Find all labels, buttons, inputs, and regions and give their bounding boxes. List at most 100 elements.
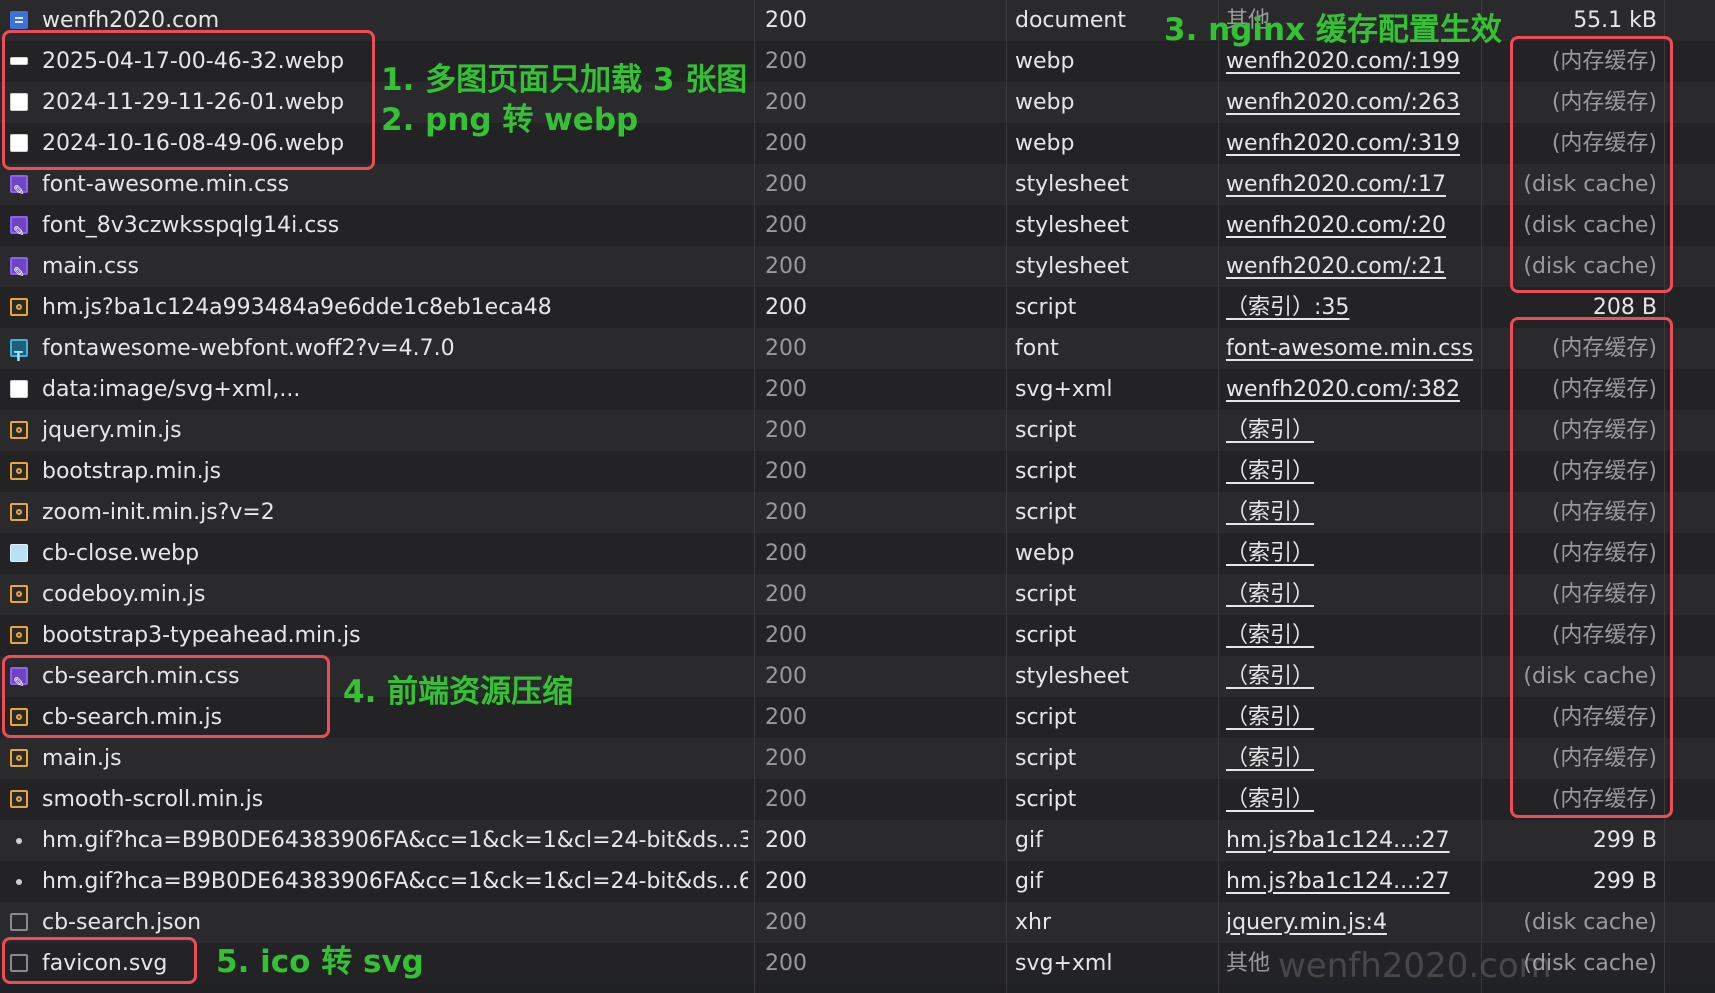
dot-icon <box>16 838 22 844</box>
request-row[interactable]: font-awesome.min.css 200 stylesheet wenfh20… <box>0 164 1715 205</box>
script-icon <box>10 421 28 439</box>
initiator-cell: （索引） <box>1226 410 1476 451</box>
initiator-cell: hm.js?ba1c124...:27 <box>1226 820 1476 861</box>
initiator-link[interactable]: wenfh2020.com/:263 <box>1226 90 1460 115</box>
request-name-cell[interactable]: data:image/svg+xml,... <box>0 369 748 410</box>
request-name-cell[interactable]: hm.js?ba1c124a993484a9e6dde1c8eb1eca48 <box>0 287 748 328</box>
column-divider[interactable] <box>1006 0 1007 993</box>
initiator-cell: （索引） <box>1226 615 1476 656</box>
status-cell: 200 <box>765 705 807 730</box>
request-row[interactable]: data:image/svg+xml,... 200 svg+xml wenfh202… <box>0 369 1715 410</box>
request-row[interactable]: cb-search.json 200 xhr jquery.min.js:4 (disk… <box>0 902 1715 943</box>
column-divider[interactable] <box>1218 0 1219 993</box>
script-icon <box>10 626 28 644</box>
highlight-box-cache-top <box>1510 36 1673 293</box>
initiator-link[interactable]: （索引） <box>1226 746 1314 771</box>
request-row[interactable]: fontawesome-webfont.woff2?v=4.7.0 200 font… <box>0 328 1715 369</box>
request-name-cell[interactable]: hm.gif?hca=B9B0DE64383906FA&cc=1&ck=1&cl… <box>0 861 748 902</box>
request-row[interactable]: main.js 200 script （索引） (内存缓存) <box>0 738 1715 779</box>
initiator-link[interactable]: （索引） <box>1226 623 1314 648</box>
request-row[interactable]: main.css200stylesheetwenfh2020.com/:21(d… <box>0 246 1715 287</box>
type-cell: script <box>1015 459 1077 484</box>
type-cell: script <box>1015 746 1077 771</box>
request-name-cell[interactable]: bootstrap3-typeahead.min.js <box>0 615 748 656</box>
request-name: main.css <box>42 254 139 279</box>
request-row[interactable]: hm.gif?hca=B9B0DE64383906FA&cc=1&ck=1&cl… <box>0 820 1715 861</box>
request-name-cell[interactable]: jquery.min.js <box>0 410 748 451</box>
request-name-cell[interactable]: smooth-scroll.min.js <box>0 779 748 820</box>
blank-file-icon <box>10 913 28 931</box>
initiator-link[interactable]: wenfh2020.com/:21 <box>1226 254 1446 279</box>
request-row[interactable]: bootstrap.min.js 200 script （索引） (内存缓存) <box>0 451 1715 492</box>
status-cell: 200 <box>765 869 807 894</box>
request-row[interactable]: hm.gif?hca=B9B0DE64383906FA&cc=1&ck=1&cl… <box>0 861 1715 902</box>
initiator-link[interactable]: jquery.min.js:4 <box>1226 910 1387 935</box>
column-divider[interactable] <box>754 0 755 993</box>
initiator-cell: font-awesome.min.css <box>1226 328 1476 369</box>
initiator-link[interactable]: wenfh2020.com/:382 <box>1226 377 1460 402</box>
initiator-link[interactable]: wenfh2020.com/:17 <box>1226 172 1446 197</box>
initiator-link[interactable]: （索引） <box>1226 705 1314 730</box>
initiator-link[interactable]: hm.js?ba1c124...:27 <box>1226 869 1450 894</box>
request-name-cell[interactable]: bootstrap.min.js <box>0 451 748 492</box>
initiator-link[interactable]: wenfh2020.com/:199 <box>1226 49 1460 74</box>
status-cell: 200 <box>765 172 807 197</box>
request-name-cell[interactable]: hm.gif?hca=B9B0DE64383906FA&cc=1&ck=1&cl… <box>0 820 748 861</box>
document-icon <box>10 11 28 29</box>
request-name-cell[interactable]: zoom-init.min.js?v=2 <box>0 492 748 533</box>
request-name-cell[interactable]: codeboy.min.js <box>0 574 748 615</box>
type-cell: script <box>1015 295 1077 320</box>
initiator-link[interactable]: （索引） <box>1226 418 1314 443</box>
request-name-cell[interactable]: fontawesome-webfont.woff2?v=4.7.0 <box>0 328 748 369</box>
request-row[interactable]: jquery.min.js 200 script （索引） (内存缓存) <box>0 410 1715 451</box>
type-cell: stylesheet <box>1015 172 1129 197</box>
script-icon <box>10 790 28 808</box>
initiator-link[interactable]: （索引）:35 <box>1226 295 1349 320</box>
request-name-cell[interactable]: main.css <box>0 246 748 287</box>
status-cell: 200 <box>765 377 807 402</box>
initiator-link[interactable]: wenfh2020.com/:20 <box>1226 213 1446 238</box>
status-cell: 200 <box>765 623 807 648</box>
request-name: main.js <box>42 746 122 771</box>
initiator-link[interactable]: （索引） <box>1226 664 1314 689</box>
initiator-cell: （索引） <box>1226 656 1476 697</box>
initiator-link[interactable]: （索引） <box>1226 541 1314 566</box>
request-row[interactable]: cb-close.webp 200 webp （索引） (内存缓存) <box>0 533 1715 574</box>
request-name-cell[interactable]: cb-close.webp <box>0 533 748 574</box>
status-cell: 200 <box>765 213 807 238</box>
request-row[interactable]: hm.js?ba1c124a993484a9e6dde1c8eb1eca48 20… <box>0 287 1715 328</box>
initiator-link[interactable]: font-awesome.min.css <box>1226 336 1473 361</box>
size-value: 55.1 kB <box>1573 8 1657 33</box>
request-name-cell[interactable]: font-awesome.min.css <box>0 164 748 205</box>
request-name: fontawesome-webfont.woff2?v=4.7.0 <box>42 336 455 361</box>
size-cell: 299 B <box>1457 861 1657 902</box>
request-row[interactable]: font_8v3czwksspqlg14i.css 200 stylesheet we… <box>0 205 1715 246</box>
request-row[interactable]: zoom-init.min.js?v=2 200 script （索引） (内存缓存) <box>0 492 1715 533</box>
request-row[interactable]: bootstrap3-typeahead.min.js 200 script （索引）… <box>0 615 1715 656</box>
initiator-cell: （索引） <box>1226 697 1476 738</box>
initiator-link[interactable]: wenfh2020.com/:319 <box>1226 131 1460 156</box>
type-cell: xhr <box>1015 910 1052 935</box>
initiator-text: 其他 <box>1226 951 1271 976</box>
highlight-box-compression <box>2 655 330 738</box>
initiator-link[interactable]: （索引） <box>1226 459 1314 484</box>
type-cell: script <box>1015 418 1077 443</box>
type-cell: svg+xml <box>1015 377 1113 402</box>
request-name-cell[interactable]: font_8v3czwksspqlg14i.css <box>0 205 748 246</box>
initiator-link[interactable]: （索引） <box>1226 500 1314 525</box>
request-row[interactable]: codeboy.min.js 200 script （索引） (内存缓存) <box>0 574 1715 615</box>
request-name-cell[interactable]: main.js <box>0 738 748 779</box>
type-cell: svg+xml <box>1015 951 1113 976</box>
request-row[interactable]: smooth-scroll.min.js 200 script （索引） (内存缓存) <box>0 779 1715 820</box>
request-name: smooth-scroll.min.js <box>42 787 264 812</box>
status-cell: 200 <box>765 459 807 484</box>
initiator-link[interactable]: （索引） <box>1226 582 1314 607</box>
initiator-cell: wenfh2020.com/:319 <box>1226 123 1476 164</box>
type-cell: stylesheet <box>1015 664 1129 689</box>
initiator-link[interactable]: hm.js?ba1c124...:27 <box>1226 828 1450 853</box>
column-divider[interactable] <box>1481 0 1482 993</box>
script-icon <box>10 749 28 767</box>
initiator-cell: （索引） <box>1226 492 1476 533</box>
initiator-cell: （索引） <box>1226 738 1476 779</box>
initiator-link[interactable]: （索引） <box>1226 787 1314 812</box>
